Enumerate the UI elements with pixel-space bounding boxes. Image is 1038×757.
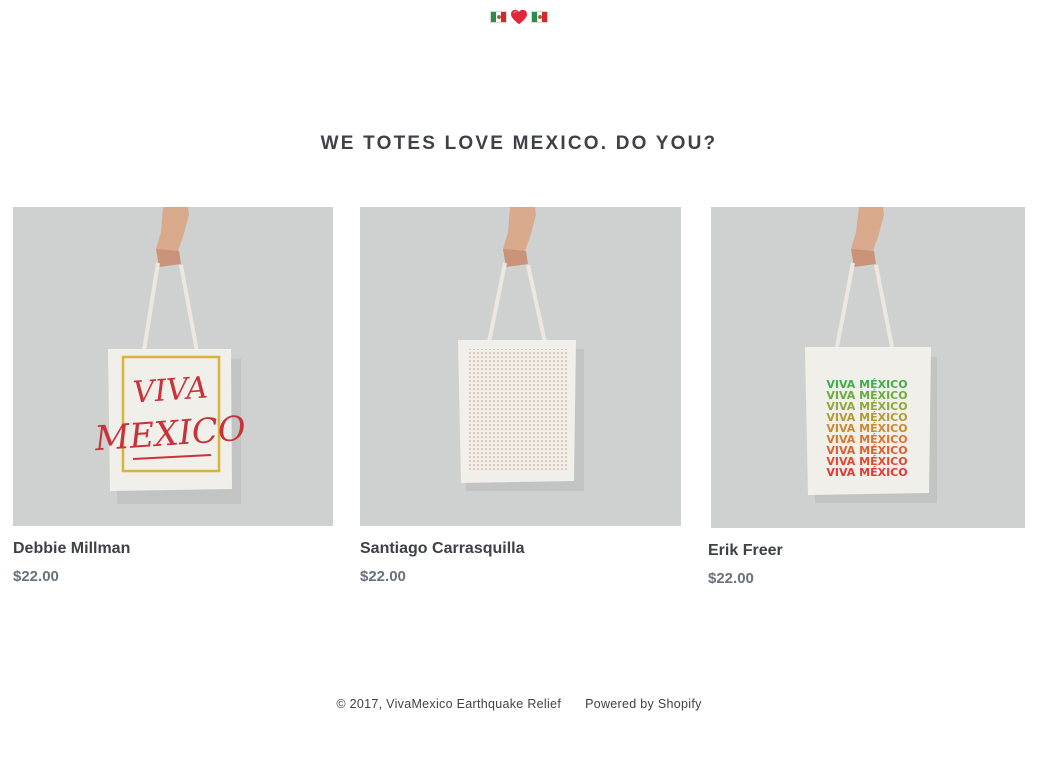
product-card-santiago-carrasquilla[interactable]: Santiago Carrasquilla $22.00	[360, 207, 681, 587]
product-name[interactable]: Debbie Millman	[13, 540, 130, 558]
bag-art-text-line: VIVA MÉXICO	[826, 466, 907, 479]
product-price: $22.00	[13, 568, 59, 585]
product-card-erik-freer[interactable]: VIVA MÉXICO VIVA MÉXICO VIVA MÉXICO VIVA…	[708, 207, 1025, 592]
powered-by-shopify-link[interactable]: Powered by Shopify	[585, 697, 702, 711]
mexico-flag-icon	[531, 11, 548, 23]
product-price: $22.00	[708, 570, 754, 587]
copyright-link[interactable]: © 2017, VivaMexico Earthquake Relief	[336, 697, 561, 711]
red-heart-icon	[509, 8, 529, 26]
product-image[interactable]: VIVA MEXICO	[13, 207, 333, 526]
collection-title: WE TOTES LOVE MEXICO. DO YOU?	[320, 133, 718, 154]
product-name[interactable]: Erik Freer	[708, 542, 783, 560]
product-card-debbie-millman[interactable]: VIVA MEXICO Debbie Millman $22.00	[13, 207, 333, 587]
product-image[interactable]	[360, 207, 681, 526]
product-price: $22.00	[360, 568, 406, 585]
site-footer: © 2017, VivaMexico Earthquake Relief Pow…	[0, 697, 1038, 711]
header-emoji-row	[0, 8, 1038, 26]
bag-art-text-line-1: VIVA	[132, 370, 209, 410]
mexico-flag-icon	[490, 11, 507, 23]
product-image[interactable]: VIVA MÉXICO VIVA MÉXICO VIVA MÉXICO VIVA…	[711, 207, 1025, 528]
product-name[interactable]: Santiago Carrasquilla	[360, 540, 525, 558]
